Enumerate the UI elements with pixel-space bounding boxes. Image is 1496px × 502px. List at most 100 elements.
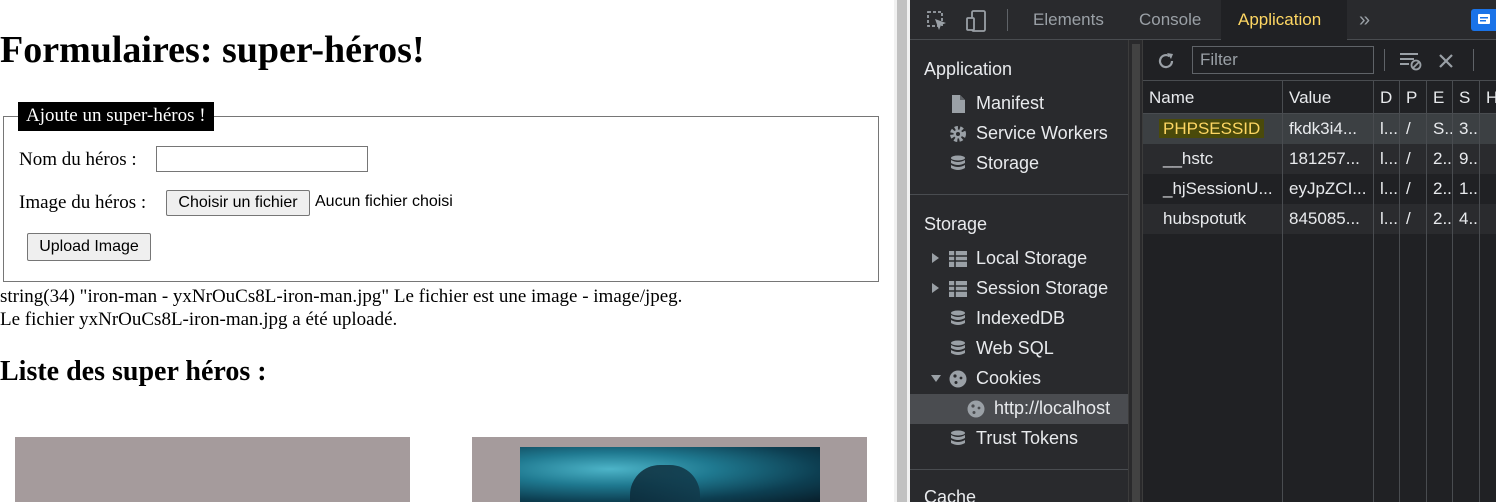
cookie-path: / xyxy=(1400,114,1427,144)
column-header-domain[interactable]: D xyxy=(1374,81,1400,114)
hero-card xyxy=(15,437,410,502)
expand-arrow-icon[interactable] xyxy=(932,253,939,263)
cookie-row[interactable]: _hjSessionU... eyJpZCI... l... / 2... 1.… xyxy=(1143,174,1496,204)
tab-console[interactable]: Console xyxy=(1139,0,1201,40)
refresh-icon[interactable] xyxy=(1156,51,1176,71)
sidebar-item-manifest[interactable]: Manifest xyxy=(910,89,1128,119)
hero-image-label: Image du héros : xyxy=(19,192,147,213)
upload-status-line: Le fichier yxNrOuCs8L-iron-man.jpg a été… xyxy=(0,309,398,330)
page-title: Formulaires: super-héros! xyxy=(0,29,425,71)
sidebar-divider xyxy=(910,194,1128,195)
device-toggle-icon[interactable] xyxy=(965,9,989,33)
application-sidebar: Application Manifest Service Workers Sto… xyxy=(910,40,1128,502)
clear-filtered-cookies-icon[interactable] xyxy=(1398,50,1422,72)
sidebar-item-indexeddb[interactable]: IndexedDB xyxy=(910,304,1128,334)
cookie-path: / xyxy=(1400,144,1427,174)
grid-icon xyxy=(949,251,967,267)
toolbar-separator xyxy=(1384,49,1385,71)
cookie-name-text: PHPSESSID xyxy=(1159,119,1265,138)
sidebar-scrollbar[interactable] xyxy=(1128,40,1143,502)
database-icon xyxy=(951,430,965,445)
cookie-size: 9... xyxy=(1453,144,1480,174)
column-header-name[interactable]: Name xyxy=(1143,81,1283,114)
sidebar-item-localhost-cookies[interactable]: http://localhost xyxy=(910,394,1128,424)
upload-image-button[interactable]: Upload Image xyxy=(27,233,151,261)
cookie-icon xyxy=(967,400,985,418)
hero-name-label: Nom du héros : xyxy=(19,149,137,170)
cookie-domain: l... xyxy=(1374,174,1400,204)
sidebar-item-label: Web SQL xyxy=(976,338,1054,358)
cookie-filter-input[interactable]: Filter xyxy=(1192,46,1374,74)
sidebar-item-service-workers[interactable]: Service Workers xyxy=(910,119,1128,149)
sidebar-item-label: Trust Tokens xyxy=(976,428,1079,448)
cookie-value: fkdk3i4... xyxy=(1283,114,1374,144)
cookie-row[interactable]: hubspotutk 845085... l... / 2... 4... xyxy=(1143,204,1496,234)
cookie-size: 4... xyxy=(1453,204,1480,234)
web-page: Formulaires: super-héros! Ajoute un supe… xyxy=(0,0,894,502)
file-icon xyxy=(952,95,965,113)
page-scrollbar[interactable] xyxy=(894,0,910,502)
sidebar-item-label: Local Storage xyxy=(976,248,1088,268)
cookie-value: 181257... xyxy=(1283,144,1374,174)
more-tabs-chevron-icon[interactable]: » xyxy=(1359,0,1370,40)
sidebar-scrollbar-thumb[interactable] xyxy=(1132,44,1140,502)
sidebar-item-label: Session Storage xyxy=(976,278,1109,298)
cookie-path: / xyxy=(1400,204,1427,234)
sidebar-item-local-storage[interactable]: Local Storage xyxy=(910,244,1128,274)
cookie-domain: l... xyxy=(1374,114,1400,144)
sidebar-item-label: Manifest xyxy=(976,93,1045,113)
tab-elements[interactable]: Elements xyxy=(1033,0,1104,40)
cookie-value: eyJpZCI... xyxy=(1283,174,1374,204)
cookie-value: 845085... xyxy=(1283,204,1374,234)
cookie-expires: 2... xyxy=(1427,174,1453,204)
gear-icon xyxy=(950,126,966,142)
devtools-toolbar: Elements Console Application » xyxy=(910,0,1496,40)
collapse-arrow-icon[interactable] xyxy=(931,375,941,382)
sidebar-item-web-sql[interactable]: Web SQL xyxy=(910,334,1128,364)
choose-file-button[interactable]: Choisir un fichier xyxy=(166,190,310,216)
sidebar-item-label: Cookies xyxy=(976,368,1042,388)
column-header-expires[interactable]: E xyxy=(1427,81,1453,114)
cookie-row[interactable]: __hstc 181257... l... / 2... 9... xyxy=(1143,144,1496,174)
expand-arrow-icon[interactable] xyxy=(932,283,939,293)
cookie-expires: S... xyxy=(1427,114,1453,144)
toolbar-separator xyxy=(1473,49,1474,71)
column-header-size[interactable]: S xyxy=(1453,81,1480,114)
grid-icon xyxy=(949,281,967,297)
column-header-path[interactable]: P xyxy=(1400,81,1427,114)
sidebar-section-storage: Storage xyxy=(924,214,988,234)
sidebar-item-label: Storage xyxy=(976,153,1040,173)
database-icon xyxy=(951,310,965,325)
messages-icon[interactable] xyxy=(1471,9,1496,31)
database-icon xyxy=(951,340,965,355)
cookie-name: _hjSessionU... xyxy=(1143,174,1283,204)
toolbar-separator xyxy=(1007,9,1008,31)
cookie-domain: l... xyxy=(1374,204,1400,234)
column-header-httponly[interactable]: H xyxy=(1480,81,1496,114)
hero-image xyxy=(520,447,820,502)
hero-name-input[interactable] xyxy=(156,146,368,172)
cookie-name: hubspotutk xyxy=(1143,204,1283,234)
hero-card xyxy=(472,437,867,502)
page-scrollbar-thumb[interactable] xyxy=(897,0,907,502)
sidebar-item-storage[interactable]: Storage xyxy=(910,149,1128,179)
database-icon xyxy=(951,155,965,170)
column-header-value[interactable]: Value xyxy=(1283,81,1374,114)
clear-all-cookies-icon[interactable] xyxy=(1436,51,1456,71)
cookie-name: __hstc xyxy=(1143,144,1283,174)
tab-application[interactable]: Application xyxy=(1221,0,1347,40)
sidebar-divider xyxy=(910,469,1128,470)
sidebar-item-trust-tokens[interactable]: Trust Tokens xyxy=(910,424,1128,454)
cookie-row[interactable]: PHPSESSID fkdk3i4... l... / S... 3... xyxy=(1143,114,1496,144)
cookie-path: / xyxy=(1400,174,1427,204)
form-legend: Ajoute un super-héros ! xyxy=(18,102,214,131)
file-status-text: Aucun fichier choisi xyxy=(315,193,453,210)
cookie-icon xyxy=(949,370,967,388)
sidebar-item-cookies[interactable]: Cookies xyxy=(910,364,1128,394)
hero-list-title: Liste des super héros : xyxy=(0,356,267,387)
sidebar-section-application: Application xyxy=(924,59,1013,79)
cookie-expires: 2... xyxy=(1427,204,1453,234)
sidebar-item-session-storage[interactable]: Session Storage xyxy=(910,274,1128,304)
inspect-element-icon[interactable] xyxy=(926,10,948,32)
sidebar-item-label: http://localhost xyxy=(994,398,1111,418)
